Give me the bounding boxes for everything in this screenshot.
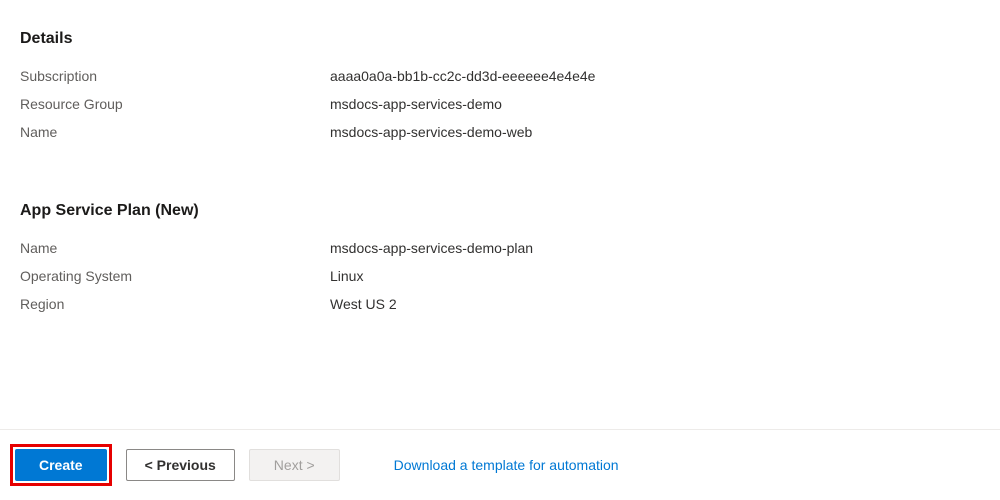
plan-name-row: Name msdocs-app-services-demo-plan — [20, 238, 980, 258]
details-section: Details Subscription aaaa0a0a-bb1b-cc2c-… — [20, 30, 980, 142]
next-button: Next > — [249, 449, 340, 481]
previous-button[interactable]: < Previous — [126, 449, 235, 481]
name-row: Name msdocs-app-services-demo-web — [20, 122, 980, 142]
summary-content: Details Subscription aaaa0a0a-bb1b-cc2c-… — [0, 0, 1000, 314]
details-heading: Details — [20, 30, 980, 48]
create-button-highlight: Create — [10, 444, 112, 486]
name-label: Name — [20, 122, 330, 142]
resource-group-label: Resource Group — [20, 94, 330, 114]
resource-group-row: Resource Group msdocs-app-services-demo — [20, 94, 980, 114]
region-label: Region — [20, 294, 330, 314]
operating-system-label: Operating System — [20, 266, 330, 286]
plan-name-label: Name — [20, 238, 330, 258]
plan-name-value: msdocs-app-services-demo-plan — [330, 238, 533, 258]
subscription-row: Subscription aaaa0a0a-bb1b-cc2c-dd3d-eee… — [20, 66, 980, 86]
app-service-plan-heading: App Service Plan (New) — [20, 202, 980, 220]
wizard-footer: Create < Previous Next > Download a temp… — [0, 429, 1000, 500]
operating-system-row: Operating System Linux — [20, 266, 980, 286]
subscription-label: Subscription — [20, 66, 330, 86]
download-template-link[interactable]: Download a template for automation — [394, 457, 619, 473]
name-value: msdocs-app-services-demo-web — [330, 122, 532, 142]
operating-system-value: Linux — [330, 266, 363, 286]
region-row: Region West US 2 — [20, 294, 980, 314]
resource-group-value: msdocs-app-services-demo — [330, 94, 502, 114]
region-value: West US 2 — [330, 294, 397, 314]
app-service-plan-section: App Service Plan (New) Name msdocs-app-s… — [20, 202, 980, 314]
create-button[interactable]: Create — [15, 449, 107, 481]
subscription-value: aaaa0a0a-bb1b-cc2c-dd3d-eeeeee4e4e4e — [330, 66, 595, 86]
